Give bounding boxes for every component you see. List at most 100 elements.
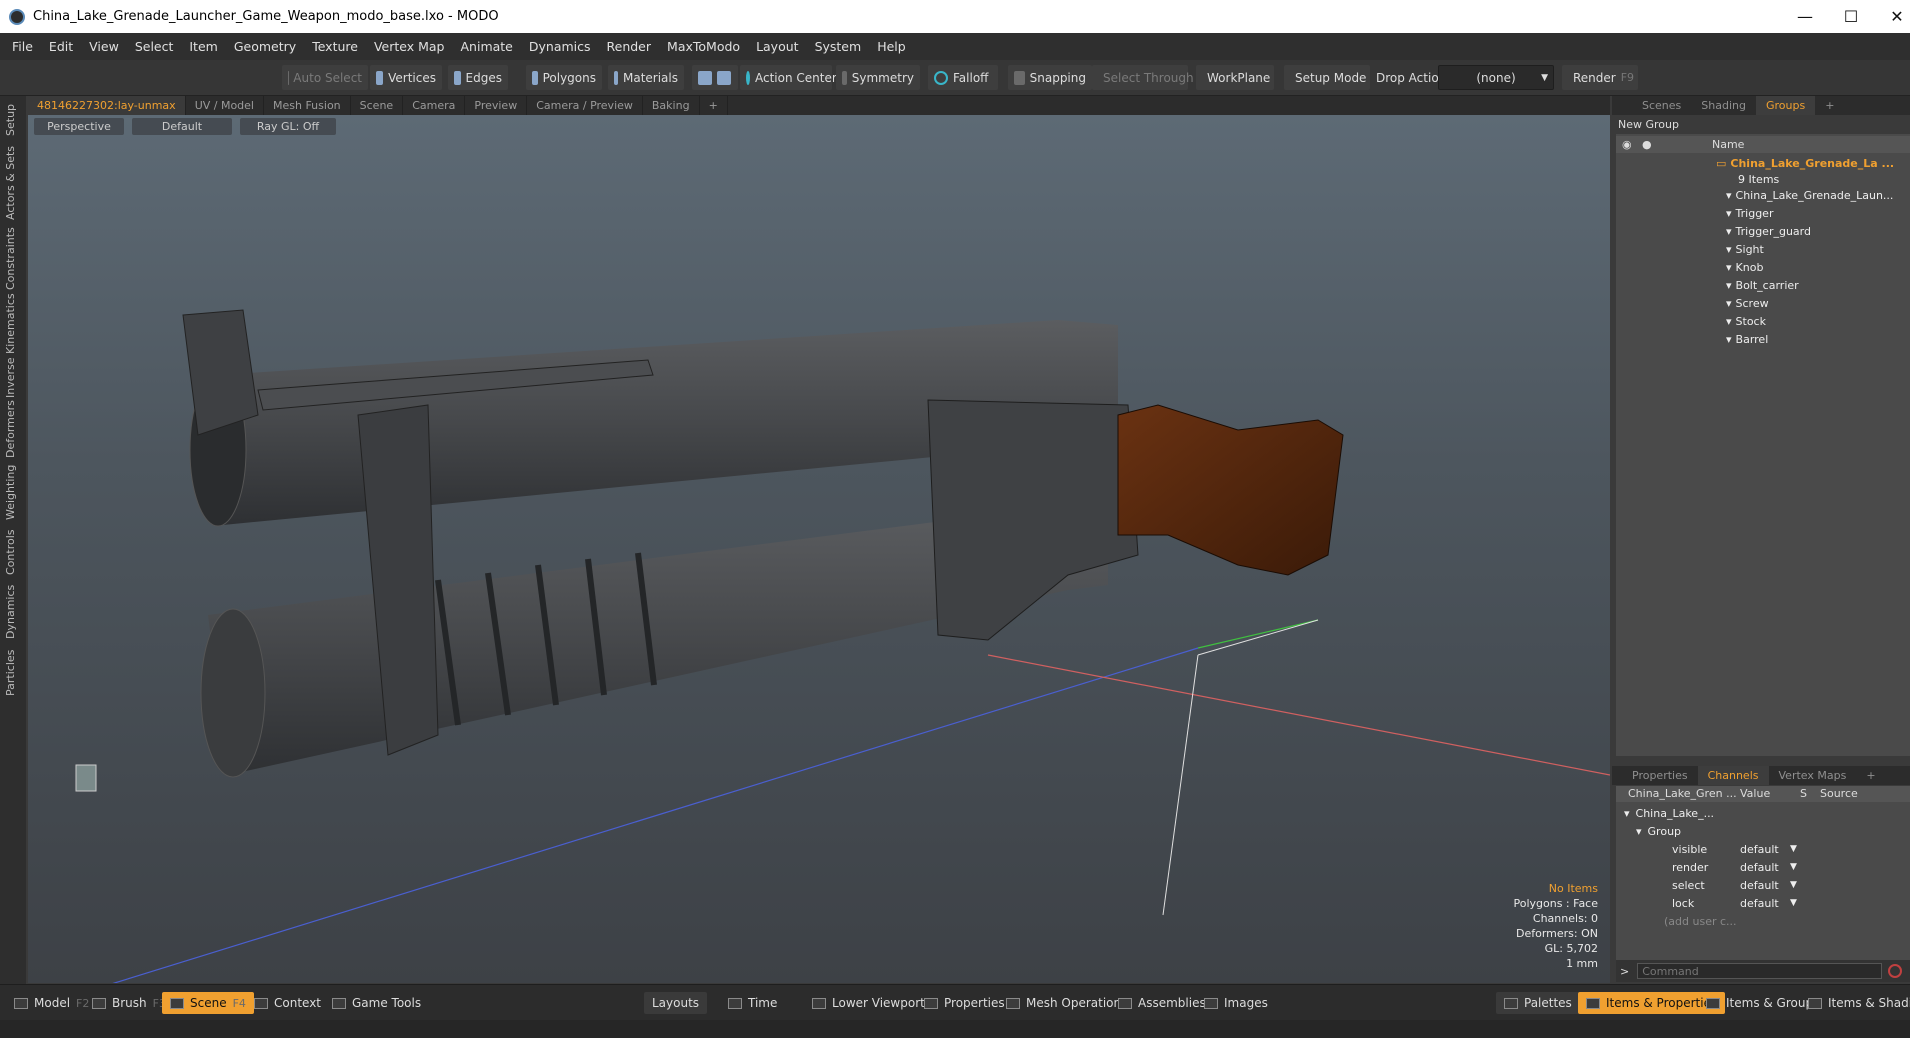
- falloff-button[interactable]: Falloff: [928, 65, 998, 90]
- tab-scene[interactable]: Scene: [351, 96, 404, 115]
- context-button[interactable]: Context: [246, 992, 329, 1014]
- maximize-icon[interactable]: ☐: [1828, 0, 1874, 33]
- game-tools-button[interactable]: Game Tools: [324, 992, 429, 1014]
- layouts-button[interactable]: Layouts: [644, 992, 708, 1014]
- tab-baking[interactable]: Baking: [643, 96, 700, 115]
- tab-particles[interactable]: Particles: [4, 646, 20, 700]
- table-row[interactable]: render default ▼: [1616, 858, 1910, 876]
- list-item[interactable]: ▾ Knob: [1616, 258, 1910, 276]
- brush-button[interactable]: Brush F3: [84, 992, 174, 1014]
- tab-deformers[interactable]: Deformers: [4, 400, 20, 458]
- tab-channels[interactable]: Channels: [1697, 766, 1769, 785]
- tab-properties[interactable]: Properties: [1622, 766, 1698, 785]
- menu-select[interactable]: Select: [127, 39, 182, 54]
- list-item[interactable]: ▾ Barrel: [1616, 330, 1910, 348]
- tab-preview[interactable]: Preview: [465, 96, 528, 115]
- tab-camera[interactable]: Camera: [403, 96, 466, 115]
- menu-view[interactable]: View: [81, 39, 127, 54]
- items-shading-button[interactable]: Items & Shading: [1800, 992, 1910, 1014]
- tab-camera-preview[interactable]: Camera / Preview: [527, 96, 643, 115]
- add-tab-button[interactable]: +: [700, 96, 728, 115]
- record-icon[interactable]: [1888, 964, 1903, 978]
- auto-select-button[interactable]: Auto Select: [282, 65, 368, 90]
- render-button[interactable]: Render F9: [1562, 65, 1638, 90]
- menu-vertex-map[interactable]: Vertex Map: [366, 39, 453, 54]
- drop-action-select[interactable]: (none) ▼: [1438, 65, 1554, 90]
- list-item[interactable]: ▾ Sight: [1616, 240, 1910, 258]
- materials-icon: [614, 70, 618, 85]
- chevron-down-icon[interactable]: ▼: [1790, 898, 1797, 908]
- vertices-button[interactable]: Vertices: [370, 65, 442, 90]
- menu-item[interactable]: Item: [181, 39, 225, 54]
- menu-geometry[interactable]: Geometry: [226, 39, 304, 54]
- menu-animate[interactable]: Animate: [453, 39, 521, 54]
- list-item[interactable]: ▾ Trigger: [1616, 204, 1910, 222]
- menu-layout[interactable]: Layout: [748, 39, 807, 54]
- stat-deformers: Deformers: ON: [1516, 927, 1598, 940]
- expand-icon[interactable]: ▾: [1624, 807, 1630, 820]
- palettes-button[interactable]: Palettes: [1496, 992, 1580, 1014]
- workplane-button[interactable]: WorkPlane: [1196, 65, 1274, 90]
- tab-setup[interactable]: Setup: [4, 100, 20, 140]
- tab-shading[interactable]: Shading: [1691, 96, 1756, 115]
- minimize-icon[interactable]: —: [1782, 0, 1828, 33]
- channel-group[interactable]: ▾ Group: [1616, 822, 1910, 840]
- new-group-button[interactable]: New Group: [1616, 116, 1910, 134]
- tab-uv-model[interactable]: UV / Model: [186, 96, 264, 115]
- snapping-button[interactable]: Snapping: [1008, 65, 1092, 90]
- tab-actors-sets[interactable]: Actors & Sets: [4, 146, 20, 220]
- edges-button[interactable]: Edges: [448, 65, 508, 90]
- list-item[interactable]: ▾ Bolt_carrier: [1616, 276, 1910, 294]
- polygons-button[interactable]: Polygons: [526, 65, 602, 90]
- expand-icon[interactable]: ▾: [1636, 825, 1642, 838]
- add-user-channel[interactable]: (add user c...: [1616, 912, 1910, 930]
- tab-weighting[interactable]: Weighting: [4, 462, 20, 522]
- tab-constraints[interactable]: Constraints: [4, 226, 20, 292]
- table-row[interactable]: visible default ▼: [1616, 840, 1910, 858]
- 3d-viewport[interactable]: Perspective Default Ray GL: Off No Items…: [28, 115, 1610, 983]
- tab-mesh-fusion[interactable]: Mesh Fusion: [264, 96, 351, 115]
- table-row[interactable]: lock default ▼: [1616, 894, 1910, 912]
- time-button[interactable]: Time: [720, 992, 785, 1014]
- menu-maxtomodo[interactable]: MaxToModo: [659, 39, 748, 54]
- menu-help[interactable]: Help: [869, 39, 914, 54]
- select-through-button[interactable]: Select Through: [1092, 65, 1194, 90]
- tab-dynamics[interactable]: Dynamics: [4, 582, 20, 642]
- scene-button[interactable]: Scene F4: [162, 992, 254, 1014]
- action-center-button[interactable]: Action Center: [740, 65, 837, 90]
- eye-icon[interactable]: ◉: [1622, 136, 1632, 153]
- tab-vertex-maps[interactable]: Vertex Maps: [1769, 766, 1857, 785]
- list-item[interactable]: ▾ Stock: [1616, 312, 1910, 330]
- symmetry-button[interactable]: Symmetry: [836, 65, 920, 90]
- add-panel-tab-button[interactable]: +: [1815, 96, 1844, 115]
- stat-polygons: Polygons : Face: [1513, 897, 1598, 910]
- menu-render[interactable]: Render: [599, 39, 660, 54]
- channel-root[interactable]: ▾ China_Lake_...: [1616, 804, 1910, 822]
- menu-dynamics[interactable]: Dynamics: [521, 39, 599, 54]
- tab-groups[interactable]: Groups: [1755, 96, 1816, 115]
- table-row[interactable]: select default ▼: [1616, 876, 1910, 894]
- lock-icon[interactable]: ●: [1642, 136, 1652, 153]
- menu-edit[interactable]: Edit: [41, 39, 81, 54]
- setup-mode-button[interactable]: Setup Mode: [1284, 65, 1370, 90]
- add-properties-tab-button[interactable]: +: [1856, 766, 1885, 785]
- images-button[interactable]: Images: [1196, 992, 1276, 1014]
- tab-lay-unmax[interactable]: 48146227302:lay-unmax: [28, 96, 186, 115]
- menu-texture[interactable]: Texture: [304, 39, 366, 54]
- list-item[interactable]: ▾ Trigger_guard: [1616, 222, 1910, 240]
- tab-inverse-kinematics[interactable]: Inverse Kinematics: [4, 293, 20, 398]
- command-input[interactable]: [1637, 963, 1883, 979]
- chevron-down-icon[interactable]: ▼: [1790, 862, 1797, 872]
- tab-scenes[interactable]: Scenes: [1632, 96, 1691, 115]
- materials-button[interactable]: Materials: [608, 65, 684, 90]
- tab-controls[interactable]: Controls: [4, 526, 20, 578]
- menu-file[interactable]: File: [4, 39, 41, 54]
- list-item[interactable]: ▾ China_Lake_Grenade_Laun...: [1616, 186, 1910, 204]
- close-icon[interactable]: ✕: [1874, 0, 1910, 33]
- chevron-down-icon[interactable]: ▼: [1790, 844, 1797, 854]
- menu-system[interactable]: System: [807, 39, 870, 54]
- list-item[interactable]: ▾ Screw: [1616, 294, 1910, 312]
- chevron-down-icon[interactable]: ▼: [1790, 880, 1797, 890]
- name-column-header[interactable]: Name: [1712, 136, 1744, 153]
- element-mode-buttons[interactable]: [692, 65, 738, 90]
